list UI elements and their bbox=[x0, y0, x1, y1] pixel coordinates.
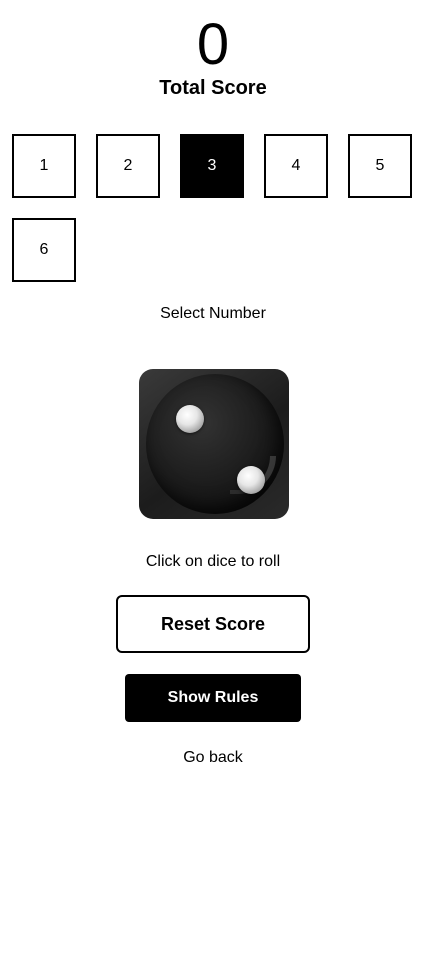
go-back-link-container: Go back bbox=[0, 748, 426, 768]
dice-pip bbox=[176, 405, 204, 433]
dice-game-page: 0 Total Score 1 2 3 4 5 6 Select Number … bbox=[0, 0, 426, 961]
reset-score-button[interactable]: Reset Score bbox=[116, 595, 310, 653]
show-rules-button[interactable]: Show Rules bbox=[125, 674, 301, 722]
roll-hint-text: Click on dice to roll bbox=[145, 553, 281, 570]
number-option-1[interactable]: 1 bbox=[12, 134, 76, 198]
dice-button[interactable] bbox=[139, 369, 289, 519]
number-option-2[interactable]: 2 bbox=[96, 134, 160, 198]
total-score-value: 0 bbox=[196, 12, 230, 77]
total-score-label: Total Score bbox=[159, 77, 267, 99]
number-option-3[interactable]: 3 bbox=[180, 134, 244, 198]
select-number-label: Select Number bbox=[160, 305, 266, 322]
number-selector: 1 2 3 4 5 6 bbox=[12, 134, 412, 282]
go-back-link[interactable]: Go back bbox=[183, 749, 243, 766]
number-option-4[interactable]: 4 bbox=[264, 134, 328, 198]
number-option-6[interactable]: 6 bbox=[12, 218, 76, 282]
number-option-5[interactable]: 5 bbox=[348, 134, 412, 198]
dice-pip bbox=[237, 466, 265, 494]
dice-face bbox=[146, 374, 284, 514]
